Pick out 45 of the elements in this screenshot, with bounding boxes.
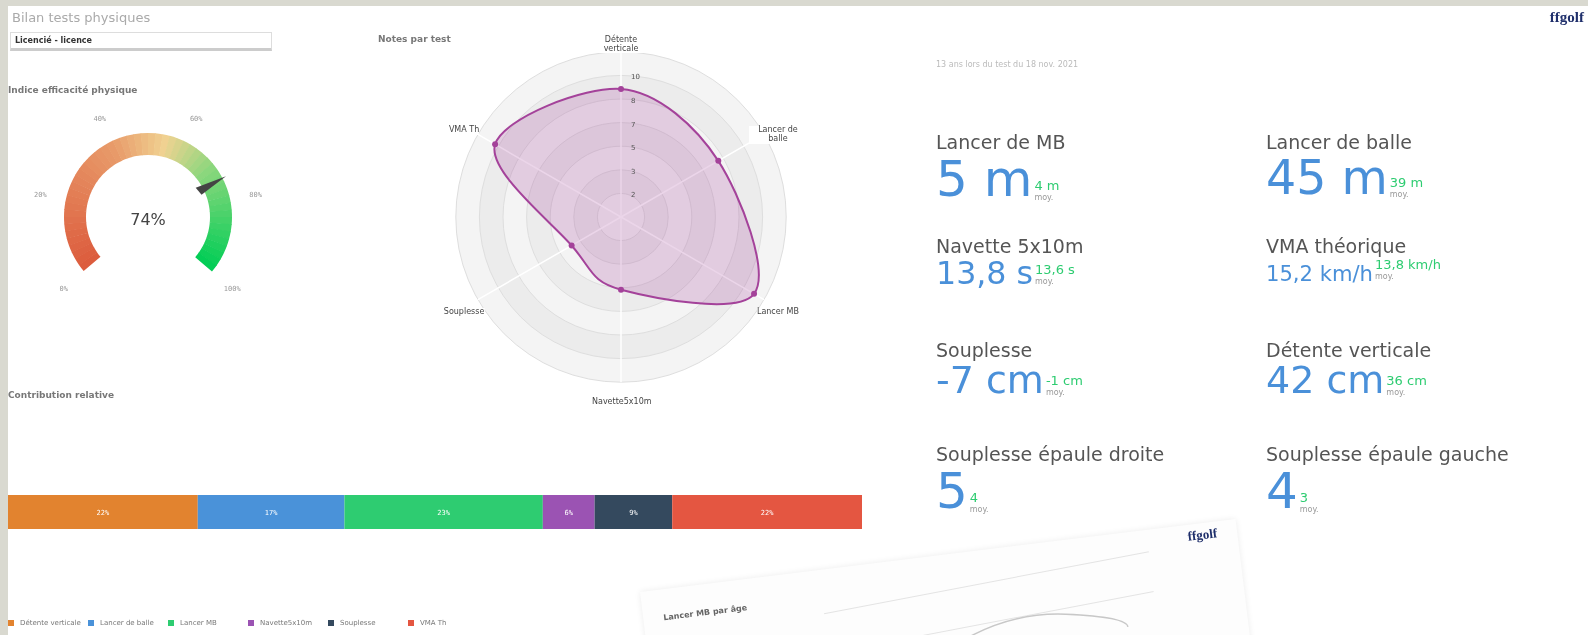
kpi-label: Navette 5x10m — [936, 235, 1085, 257]
section-heading: Indice efficacité physique — [8, 85, 138, 95]
kpi-value: -7 cm — [936, 361, 1044, 401]
kpi-average-label: moy. — [1375, 272, 1395, 281]
kpi-label: Lancer de MB — [936, 131, 1067, 153]
logo: ffgolf — [1549, 8, 1584, 26]
kpi-value: 5 — [936, 465, 968, 518]
kpi-average: 36 cm — [1386, 372, 1427, 388]
kpi-average-label: moy. — [969, 504, 989, 514]
kpi-average-label: moy. — [1045, 387, 1066, 397]
kpi-average: 4 m — [1034, 177, 1060, 193]
axis-label: Souplesse — [443, 307, 485, 317]
kpi-label: Souplesse épaule droite — [936, 443, 1166, 465]
kpi-value: 4 — [1266, 465, 1298, 518]
kpi-average-label: moy. — [1386, 387, 1407, 397]
kpi-average-label: moy. — [1389, 189, 1410, 199]
kpi-average: 3 — [1299, 489, 1310, 505]
kpi-average-label: moy. — [1299, 504, 1319, 514]
kpi-average-label: moy. — [1034, 192, 1055, 202]
section-heading: Contribution relative — [8, 390, 115, 400]
axis-label: Lancer MB — [756, 307, 799, 317]
axis-label: Navette5x10m — [592, 398, 650, 407]
kpi-label: Souplesse — [936, 339, 1034, 361]
kpi-value: 45 m — [1266, 153, 1388, 203]
logo: ffgolf — [1186, 525, 1219, 545]
kpi-label: Détente verticale — [1266, 339, 1433, 361]
kpi-value: 13,8 s — [936, 257, 1034, 291]
kpi-value: 15,2 km/h — [1266, 262, 1373, 285]
kpi-average: 39 m — [1389, 174, 1424, 190]
kpi-label: Lancer de balle — [1266, 131, 1413, 153]
chart-title: Lancer MB par âge — [662, 603, 748, 623]
kpi-average: -1 cm — [1045, 372, 1083, 388]
chart-title: Notes par test — [378, 34, 451, 44]
kpi-average: 4 — [969, 489, 980, 505]
kpi-value: 42 cm — [1266, 361, 1385, 401]
gauge-reading: 74% — [130, 210, 166, 229]
kpi-label: Souplesse épaule gauche — [1266, 443, 1510, 465]
kpi-label: VMA théorique — [1266, 235, 1408, 257]
axis-label: VMA Th — [448, 126, 480, 136]
filter-field[interactable]: Licencié - licence — [10, 32, 272, 51]
dashboard-title: Bilan tests physiques — [12, 9, 151, 25]
kpi-value: 5 m — [936, 153, 1033, 206]
kpi-average: 13,8 km/h — [1375, 257, 1441, 272]
kpi-average-label: moy. — [1035, 277, 1055, 287]
kpi-average: 13,6 s — [1035, 262, 1075, 278]
